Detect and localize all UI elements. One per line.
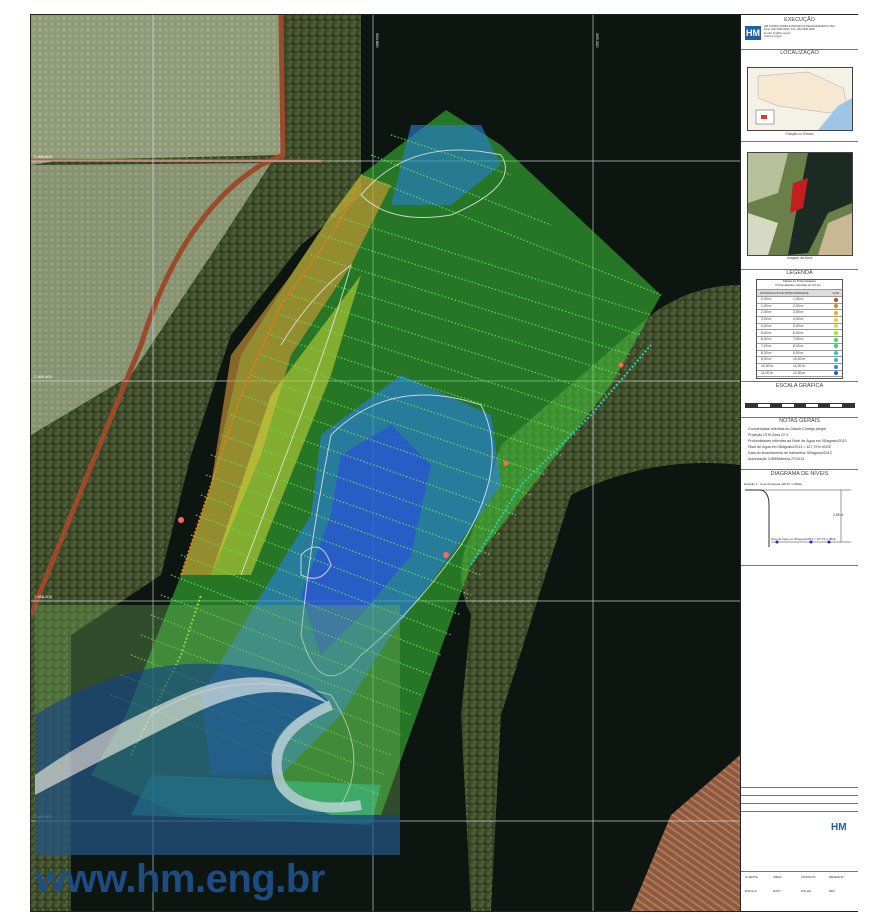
legend-swatch	[834, 324, 838, 329]
scale-section: ESCALA GRÁFICA	[741, 381, 858, 418]
legend-col-color: COR	[832, 291, 839, 295]
legend-from: 10,00 m	[761, 364, 774, 368]
legend-from: 0,00 m	[761, 297, 772, 301]
aerial-section: Imagem da Área	[741, 141, 858, 270]
legend-table: Tabela de Profundidades Profundidades re…	[756, 279, 843, 379]
diagram-bottom-label: Nível de Água em 05/agosto/2013 = 427,79…	[771, 537, 836, 541]
notes-section: NOTAS GERAIS Coordenadas referidas ao Da…	[741, 417, 858, 470]
aerial-caption: Imagem da Área	[786, 256, 813, 260]
company-info: HM CONSULTORES E PROJETOS DE ENGENHARIA …	[764, 25, 856, 39]
location-title: LOCALIZAÇÃO	[780, 50, 819, 56]
title-block-label: DATA	[773, 889, 781, 893]
legend-header-line: Profundidades referidas ao NA em...	[775, 282, 824, 287]
title-block-label: OBRA	[773, 875, 782, 879]
legend-swatch	[834, 351, 838, 356]
legend-section: LEGENDA Tabela de Profundidades Profundi…	[741, 269, 858, 382]
diagram-title: DIAGRAMA DE NÍVEIS	[770, 471, 829, 477]
legend-swatch	[834, 317, 838, 322]
notes-title: NOTAS GERAIS	[779, 418, 820, 424]
note-line: Profundidades referidas ao Nível de Água…	[748, 439, 847, 443]
legend-from: 2,00 m	[761, 310, 772, 315]
legend-swatch	[834, 364, 838, 369]
legend-to: 9,00 m	[793, 350, 804, 355]
legend-to: 12,00 m	[793, 370, 806, 375]
company-line: www.hm.eng.br	[764, 35, 782, 39]
bathymetric-map[interactable]: 7.466.800 7.466.400 7.466.000 7.465.600 …	[31, 15, 740, 911]
title-block-label: CLIENTE	[745, 875, 758, 879]
legend-swatch	[834, 310, 838, 315]
title-block-label: FOLHA	[801, 889, 812, 893]
grid-label-north-1: 7.466.800	[34, 154, 53, 159]
legend-swatch	[834, 371, 838, 376]
title-block-label: ASSUNTO	[801, 875, 816, 879]
legend-col-range: INTERVALOS DE PROFUNDIDADE	[760, 291, 809, 295]
diagram-section: DIAGRAMA DE NÍVEIS Estação 1 - Cota da R…	[741, 469, 858, 566]
legend-to: 5,00 m	[793, 323, 804, 328]
legend-from: 5,00 m	[761, 330, 772, 335]
legend-to: 1,00 m	[793, 297, 804, 301]
execution-title: EXECUÇÃO	[784, 17, 815, 23]
legend-to: 11,00 m	[793, 364, 805, 368]
legend-from: 7,00 m	[761, 343, 772, 348]
grid-label-north-2: 7.466.400	[34, 374, 53, 379]
legend-from: 6,00 m	[761, 337, 772, 342]
map-canvas: 7.466.800 7.466.400 7.466.000 7.465.600 …	[31, 15, 740, 911]
title-block-logo: HM	[831, 822, 847, 833]
legend-to: 6,00 m	[793, 330, 804, 335]
legend-swatch	[834, 357, 838, 362]
grid-label-east-1: 264.800	[375, 33, 380, 48]
legend-swatch	[834, 344, 838, 349]
company-logo: HM	[745, 26, 761, 40]
aerial-image	[747, 152, 853, 256]
legend-from: 9,00 m	[761, 357, 772, 362]
scale-bar	[745, 403, 855, 408]
watermark-logo	[35, 605, 400, 855]
note-line: Coordenadas referidas ao Datum Córrego A…	[748, 427, 827, 431]
title-block-logo-area: HM	[741, 811, 858, 872]
legend-swatch	[834, 337, 838, 342]
grid-label-north-3: 7.466.000	[34, 594, 53, 599]
legend-title: LEGENDA	[786, 270, 813, 276]
note-line: Autorização CHM/Marinha 27/2013	[748, 457, 805, 461]
grid-label-east-2: 265.200	[595, 33, 600, 48]
legend-from: 11,00 m	[761, 370, 773, 375]
legend-to: 3,00 m	[793, 310, 804, 315]
title-block-label: ESCALA	[745, 889, 757, 893]
watermark-url[interactable]: www.hm.eng.br	[35, 857, 325, 902]
state-map	[747, 67, 853, 131]
location-section: LOCALIZAÇÃO Posição no Estado	[741, 49, 858, 142]
note-line: Data do levantamento de batimetria: 05/a…	[748, 451, 832, 455]
note-line: Projeção UTM Zona 22 S	[748, 433, 789, 437]
legend-to: 10,00 m	[793, 357, 806, 362]
legend-swatch	[834, 297, 838, 302]
legend-to: 4,00 m	[793, 317, 804, 322]
legend-from: 3,00 m	[761, 317, 772, 322]
legend-to: 2,00 m	[793, 303, 804, 308]
execution-section: EXECUÇÃO HM HM CONSULTORES E PROJETOS DE…	[741, 15, 858, 50]
legend-from: 1,00 m	[761, 303, 772, 308]
note-line: Nível de Água em 05/agosto/2013 = 427,79…	[748, 445, 832, 449]
location-caption: Posição no Estado	[785, 132, 814, 136]
title-block-label: REV	[829, 889, 836, 893]
legend-to: 8,00 m	[793, 343, 804, 348]
legend-swatch	[834, 331, 838, 335]
title-block-fields: CLIENTE OBRA ASSUNTO DESENHO ESCALA DATA FOLHA…	[741, 871, 858, 912]
legend-header: Tabela de Profundidades Profundidades re…	[757, 279, 842, 287]
title-block-label: DESENHO	[829, 875, 844, 879]
title-panel: EXECUÇÃO HM HM CONSULTORES E PROJETOS DE…	[740, 15, 858, 911]
diagram-value: 2,65 m	[833, 513, 844, 517]
diagram-top-label: Estação 1 - Cota da Régua 430,51 m IBGE	[744, 482, 802, 486]
scale-title: ESCALA GRÁFICA	[775, 383, 824, 389]
legend-to: 7,00 m	[793, 337, 804, 342]
legend-from: 8,00 m	[761, 350, 772, 355]
legend-swatch	[834, 304, 838, 309]
drawing-sheet: 7.466.800 7.466.400 7.466.000 7.465.600 …	[30, 14, 858, 912]
legend-from: 4,00 m	[761, 323, 772, 328]
legend-row: 11,00 m 12,00 m	[757, 370, 842, 378]
